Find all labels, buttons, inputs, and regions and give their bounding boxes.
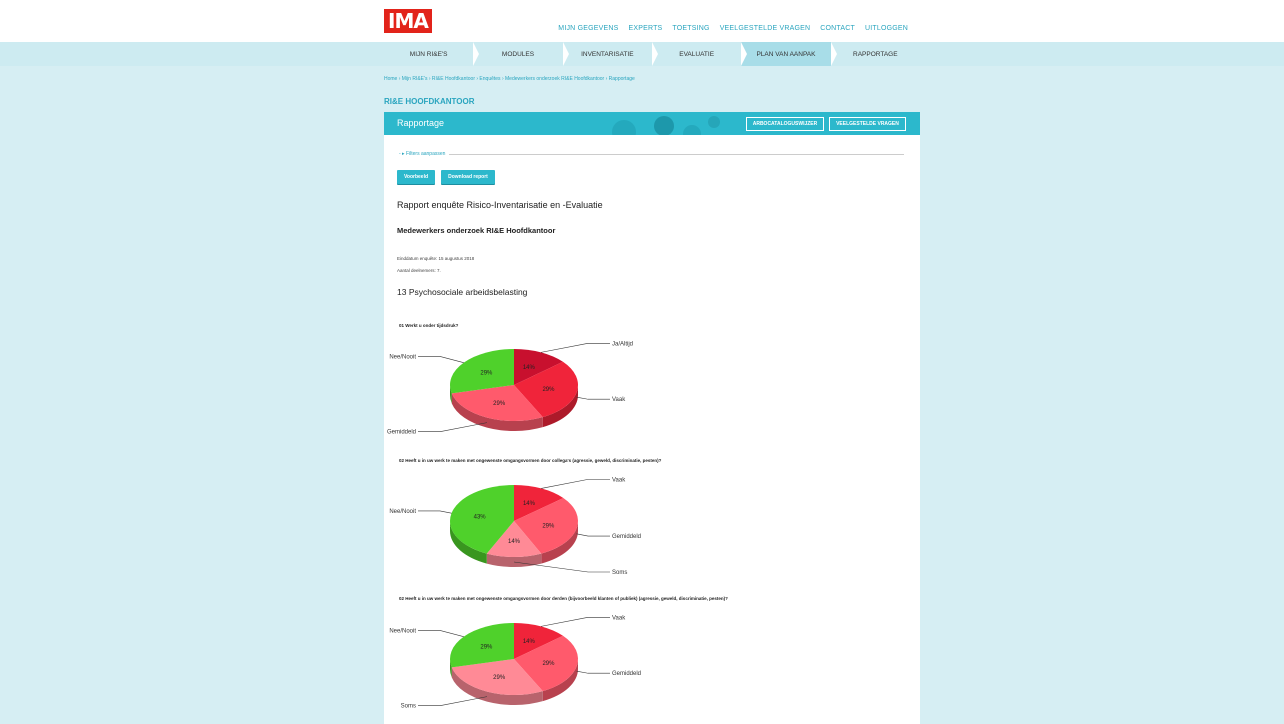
filters-toggle[interactable]: - ▸ Filters aanpassen bbox=[399, 150, 904, 158]
main-navigation: MIJN RI&E'S MODULES INVENTARISATIE EVALU… bbox=[0, 42, 1284, 66]
pie-category-label-1: Gemiddeld bbox=[612, 534, 641, 540]
tab-rapportage[interactable]: RAPPORTAGE bbox=[831, 42, 920, 66]
pie-category-label-2: Soms bbox=[612, 570, 627, 576]
top-header: IMA MIJN GEGEVENS EXPERTS TOETSING VEELG… bbox=[0, 0, 1284, 42]
tab-evaluatie[interactable]: EVALUATIE bbox=[652, 42, 748, 66]
panel-header: Rapportage ARBOCATALOGUSWIJZER VEELGESTE… bbox=[384, 112, 920, 135]
pie-category-label-3: Nee/Nooit bbox=[389, 628, 416, 634]
pie-category-label-1: Vaak bbox=[612, 397, 626, 403]
nav-contact[interactable]: CONTACT bbox=[820, 25, 855, 32]
ima-logo[interactable]: IMA bbox=[384, 9, 440, 33]
pie-category-label-0: Vaak bbox=[612, 615, 626, 621]
pie-leader-line-1 bbox=[576, 396, 610, 400]
section-title: RI&E HOOFDKANTOOR bbox=[384, 97, 475, 106]
gears-decoration-icon bbox=[612, 116, 720, 135]
pie-percent-label-1: 29% bbox=[542, 387, 555, 393]
pie-leader-line-3 bbox=[418, 630, 464, 637]
top-navigation: MIJN GEGEVENS EXPERTS TOETSING VEELGESTE… bbox=[558, 25, 908, 32]
pie-percent-label-1: 29% bbox=[542, 661, 555, 667]
nav-uitloggen[interactable]: UITLOGGEN bbox=[865, 25, 908, 32]
pie-leader-line-0 bbox=[540, 342, 610, 353]
pie-percent-label-2: 29% bbox=[493, 675, 506, 681]
pie-percent-label-3: 43% bbox=[474, 515, 487, 521]
report-panel: Rapportage ARBOCATALOGUSWIJZER VEELGESTE… bbox=[384, 112, 920, 724]
pie-chart-1-svg: 14% 29% 29% 29% Ja/Altijd Vaak Gemiddeld Nee/No… bbox=[387, 341, 633, 435]
nav-veelgestelde-vragen[interactable]: VEELGESTELDE VRAGEN bbox=[720, 25, 811, 32]
pie-percent-label-0: 14% bbox=[523, 501, 536, 507]
pie-category-label-3: Nee/Nooit bbox=[389, 354, 416, 360]
arbocatalogus-button[interactable]: ARBOCATALOGUSWIJZER bbox=[746, 117, 824, 131]
tab-mijn-ries[interactable]: MIJN RI&E'S bbox=[384, 42, 480, 66]
pie-category-label-0: Vaak bbox=[612, 477, 626, 483]
pie-percent-label-3: 29% bbox=[480, 645, 493, 651]
pie-leader-line-3 bbox=[418, 510, 452, 514]
nav-toetsing[interactable]: TOETSING bbox=[672, 25, 709, 32]
report-title: Rapport enquête Risico-Inventarisatie en… bbox=[397, 200, 603, 210]
pie-leader-line-1 bbox=[576, 670, 610, 674]
end-date: Einddatum enquête: 15 augustus 2018 bbox=[397, 256, 475, 261]
participants-count: Aantal deelnemers: 7. bbox=[397, 268, 441, 273]
pie-category-label-3: Nee/Nooit bbox=[389, 509, 416, 515]
pie-percent-label-3: 29% bbox=[480, 371, 493, 377]
tab-inventarisatie[interactable]: INVENTARISATIE bbox=[563, 42, 659, 66]
pie-category-label-2: Gemiddeld bbox=[387, 430, 416, 436]
nav-mijn-gegevens[interactable]: MIJN GEGEVENS bbox=[558, 25, 618, 32]
nav-experts[interactable]: EXPERTS bbox=[628, 25, 662, 32]
logo-text[interactable]: IMA bbox=[384, 9, 432, 33]
pie-leader-line-3 bbox=[418, 356, 464, 363]
pie-chart-1: 14% 29% 29% 29% Ja/Altijd Vaak Gemiddeld Nee/No… bbox=[387, 338, 694, 448]
pie-category-label-0: Ja/Altijd bbox=[612, 341, 633, 347]
preview-button[interactable]: Voorbeeld bbox=[397, 170, 435, 184]
faq-button[interactable]: VEELGESTELDE VRAGEN bbox=[829, 117, 906, 131]
pie-chart-2-svg: 14% 29% 14% 43% Vaak Gemiddeld Soms Nee/Nooit bbox=[389, 477, 641, 576]
question-1: 01 Werkt u onder tijdsdruk? bbox=[399, 323, 459, 328]
pie-chart-2: 14% 29% 14% 43% Vaak Gemiddeld Soms Nee/Nooit bbox=[389, 474, 694, 584]
tab-plan-van-aanpak[interactable]: PLAN VAN AANPAK bbox=[741, 42, 837, 66]
pie-percent-label-1: 29% bbox=[542, 523, 555, 529]
pie-chart-3: 14% 29% 29% 29% Vaak Gemiddeld Soms Nee/Nooit bbox=[389, 612, 694, 722]
pie-category-label-2: Soms bbox=[401, 704, 416, 710]
filters-divider bbox=[449, 153, 904, 155]
question-2: 02 Heeft u in uw werk te maken met ongew… bbox=[399, 458, 662, 463]
pie-leader-line-0 bbox=[541, 479, 610, 489]
pie-percent-label-0: 14% bbox=[523, 365, 536, 371]
tab-modules[interactable]: MODULES bbox=[473, 42, 570, 66]
download-report-button[interactable]: Download report bbox=[441, 170, 495, 184]
breadcrumb[interactable]: Home › Mijn RI&E's › RI&E Hoofdkantoor ›… bbox=[384, 76, 635, 82]
question-3: 02 Heeft u in uw werk te maken met ongew… bbox=[399, 596, 728, 601]
pie-leader-line-1 bbox=[576, 533, 610, 537]
pie-chart-3-svg: 14% 29% 29% 29% Vaak Gemiddeld Soms Nee/Nooit bbox=[389, 615, 641, 710]
survey-title: Medewerkers onderzoek RI&E Hoofdkantoor bbox=[397, 226, 556, 235]
pie-percent-label-2: 14% bbox=[508, 539, 521, 545]
pie-leader-line-0 bbox=[540, 616, 610, 627]
category-title: 13 Psychosociale arbeidsbelasting bbox=[397, 287, 528, 297]
panel-title: Rapportage bbox=[397, 118, 445, 128]
pie-percent-label-0: 14% bbox=[523, 639, 536, 645]
pie-percent-label-2: 29% bbox=[493, 401, 506, 407]
pie-category-label-1: Gemiddeld bbox=[612, 671, 641, 677]
filters-label[interactable]: - ▸ Filters aanpassen bbox=[399, 151, 445, 157]
